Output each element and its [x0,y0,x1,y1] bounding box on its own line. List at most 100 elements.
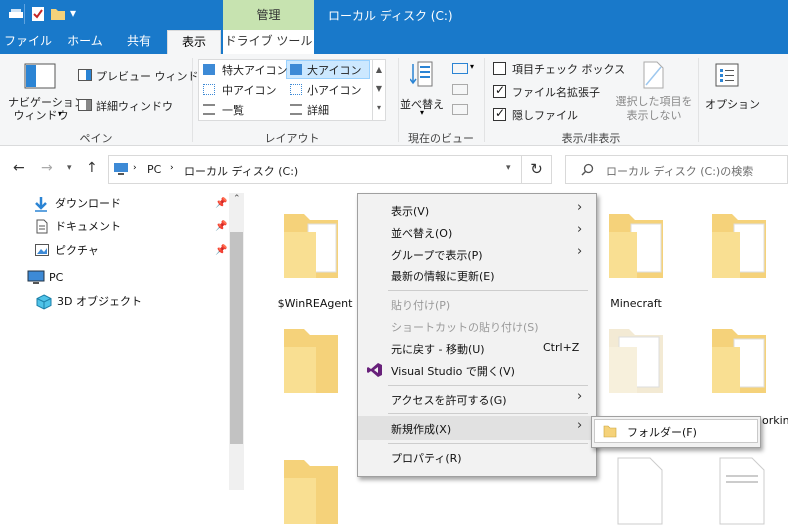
folder-icon[interactable] [282,325,340,395]
menu-item-properties[interactable]: プロパティ(R) [391,450,462,466]
layout-medium-icons[interactable]: 中アイコン [222,82,276,98]
refresh-button[interactable]: ↻ [522,155,552,184]
menu-separator [388,290,588,291]
folder-icon[interactable] [710,210,768,280]
group-by-dropdown-icon[interactable]: ▾ [470,62,474,71]
folder-label-minecraft[interactable]: Minecraft [600,297,672,310]
layout-scroll-buttons[interactable]: ▲ ▼ ▾ [372,60,385,120]
options-icon [715,63,739,87]
folder-icon[interactable] [607,210,665,280]
new-folder-icon[interactable] [50,6,66,22]
nav-pc[interactable]: PC [49,267,63,289]
folder-icon[interactable] [282,456,340,526]
nav-pane-dropdown-icon[interactable]: ▾ [58,109,62,118]
current-view-group-label: 現在のビュー [408,132,474,145]
size-columns-icon[interactable] [452,104,468,115]
scroll-up-icon[interactable]: ⌃ [233,194,241,204]
pc-address-icon [114,163,128,175]
tab-view[interactable]: 表示 [167,30,221,54]
folder-icon[interactable] [607,325,665,395]
menu-item-refresh[interactable]: 最新の情報に更新(E) [391,268,495,284]
layout-large-icons[interactable]: 大アイコン [307,62,361,78]
pane-group-label: ペイン [79,132,113,145]
tab-home[interactable]: ホーム [60,30,110,54]
tab-file[interactable]: ファイル [0,30,56,54]
menu-item-paste[interactable]: 貼り付け(P) [391,297,450,313]
file-extensions-checkbox[interactable] [493,83,506,98]
window-title: ローカル ディスク (C:) [328,9,453,23]
pin-icon[interactable]: 📌 [215,221,227,232]
menu-item-undo[interactable]: 元に戻す - 移動(U) [391,341,485,357]
menu-item-group-by[interactable]: グループで表示(P) [391,247,483,263]
folder-label-winreagent[interactable]: $WinREAgent [270,297,360,310]
menu-item-paste-shortcut[interactable]: ショートカットの貼り付け(S) [391,319,539,335]
options-button[interactable]: オプション [705,96,760,112]
drive-icon[interactable] [8,6,24,22]
layout-list[interactable]: 一覧 [222,102,244,118]
menu-item-undo-shortcut: Ctrl+Z [543,341,580,354]
address-dropdown-icon[interactable]: ▾ [506,163,511,173]
hidden-items-label: 隠しファイル [512,109,578,122]
pin-icon[interactable]: 📌 [215,198,227,209]
pin-icon[interactable]: 📌 [215,245,227,256]
folder-label-working[interactable]: orkin [762,414,788,427]
file-extensions-label: ファイル名拡張子 [512,86,600,99]
hide-selected-button[interactable]: 選択した項目を 表示しない [612,95,696,123]
recent-locations-icon[interactable]: ▾ [67,163,72,173]
layout-details[interactable]: 詳細 [307,102,329,118]
search-icon [581,163,594,176]
large-icons-icon [290,64,302,75]
folder-icon[interactable] [710,325,768,395]
hidden-items-checkbox[interactable] [493,106,506,121]
breadcrumb-pc[interactable]: PC [147,163,161,176]
up-arrow-icon[interactable]: ↑ [86,160,98,176]
nav-scroll-thumb[interactable] [230,232,243,444]
navigation-pane-button[interactable]: ナビゲーション ウィンドウ [8,96,85,122]
details-pane-button[interactable]: 詳細ウィンドウ [96,98,173,114]
submenu-item-folder[interactable]: フォルダー(F) [627,424,697,440]
breadcrumb-chevron-icon[interactable]: › [170,163,174,173]
sort-icon [410,61,433,87]
item-checkboxes-label: 項目チェック ボックス [512,63,626,76]
layout-extra-large-icons[interactable]: 特大アイコン [222,62,287,78]
menu-item-sort[interactable]: 並べ替え(O) [391,225,452,241]
details-icon [290,104,302,115]
pc-icon [27,270,45,284]
menu-item-give-access[interactable]: アクセスを許可する(G) [391,392,507,408]
menu-item-new[interactable]: 新規作成(X) [391,421,451,437]
visual-studio-icon [367,363,382,377]
submenu-arrow-icon: › [577,200,583,215]
forward-arrow-icon[interactable]: → [41,160,53,176]
document-icon [36,219,48,234]
file-icon[interactable] [610,456,668,526]
hide-selected-icon [643,61,664,89]
add-columns-icon[interactable] [452,84,468,95]
group-by-icon[interactable] [452,63,468,74]
nav-pictures[interactable]: ピクチャ [55,240,99,262]
text-file-icon[interactable] [712,456,770,526]
breadcrumb-drive[interactable]: ローカル ディスク (C:) [184,163,298,179]
download-icon [35,197,47,212]
tab-share[interactable]: 共有 [114,30,164,54]
nav-downloads[interactable]: ダウンロード [55,193,121,215]
qa-dropdown-icon[interactable]: ▾ [70,6,76,20]
folder-icon[interactable] [282,210,340,280]
submenu-arrow-icon: › [577,418,583,433]
nav-documents[interactable]: ドキュメント [55,216,121,238]
item-checkboxes-checkbox[interactable] [493,62,506,75]
back-arrow-icon[interactable]: ← [13,160,25,176]
showhide-group-label: 表示/非表示 [561,132,621,145]
breadcrumb-chevron-icon[interactable]: › [133,163,137,173]
sort-dropdown-icon[interactable]: ▾ [420,108,424,117]
manage-tab[interactable]: 管理 [223,0,314,30]
tab-drive-tools[interactable]: ドライブ ツール [223,30,314,54]
nav-3d-objects[interactable]: 3D オブジェクト [57,291,142,313]
list-icon [203,104,215,115]
small-icons-icon [290,84,302,95]
menu-item-open-visual-studio[interactable]: Visual Studio で開く(V) [391,363,515,379]
properties-icon[interactable] [30,6,46,22]
details-pane-icon [78,99,92,111]
menu-item-view[interactable]: 表示(V) [391,203,429,219]
layout-small-icons[interactable]: 小アイコン [307,82,361,98]
qa-divider [24,4,25,24]
